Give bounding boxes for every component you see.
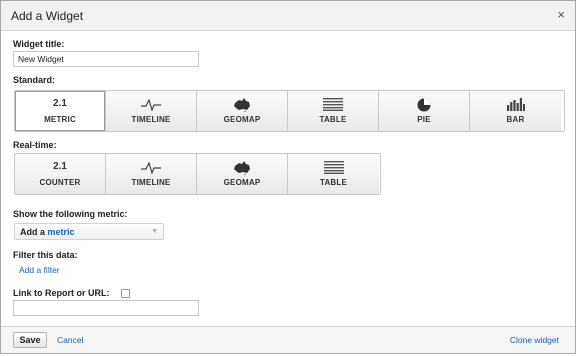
cancel-link[interactable]: Cancel xyxy=(57,335,83,345)
help-icon[interactable] xyxy=(121,289,130,298)
standard-pie-tile[interactable]: PIE xyxy=(379,91,470,131)
tile-label: TIMELINE xyxy=(131,115,171,124)
standard-geomap-tile[interactable]: GEOMAP xyxy=(197,91,288,131)
standard-bar-tile[interactable]: BAR xyxy=(470,91,561,131)
tile-label: TABLE xyxy=(319,178,348,187)
realtime-widget-types: 2.1 COUNTER TIMELINE GEOMAP TABLE xyxy=(14,153,381,195)
standard-timeline-tile[interactable]: TIMELINE xyxy=(106,91,197,131)
tile-label: COUNTER xyxy=(39,178,81,187)
metric-icon: 2.1 xyxy=(53,98,67,109)
select-metric-link: metric xyxy=(47,227,75,237)
widget-title-input[interactable] xyxy=(13,51,199,67)
tile-label: PIE xyxy=(417,115,431,124)
australia-map-icon xyxy=(197,97,287,112)
table-icon xyxy=(288,98,378,111)
chevron-down-icon: ▼ xyxy=(151,228,158,235)
timeline-icon xyxy=(106,98,196,111)
dialog-title: Add a Widget xyxy=(11,9,84,23)
timeline-icon xyxy=(106,161,196,174)
add-widget-dialog: Add a Widget × Widget title: Standard: 2… xyxy=(0,0,576,354)
clone-widget-link[interactable]: Clone widget xyxy=(510,335,559,345)
tile-label: METRIC xyxy=(44,115,76,124)
link-report-label: Link to Report or URL: xyxy=(13,288,110,298)
tile-label: GEOMAP xyxy=(223,115,261,124)
standard-table-tile[interactable]: TABLE xyxy=(288,91,379,131)
standard-widget-types: 2.1 METRIC TIMELINE GEOMAP TABLE PIE BAR xyxy=(14,90,565,132)
dialog-titlebar: Add a Widget × xyxy=(1,1,575,31)
realtime-counter-tile[interactable]: 2.1 COUNTER xyxy=(15,154,106,194)
widget-title-label: Widget title: xyxy=(13,39,65,49)
metric-select[interactable]: Add a metric ▼ xyxy=(14,223,164,240)
counter-icon: 2.1 xyxy=(53,161,67,172)
save-button[interactable]: Save xyxy=(13,332,47,348)
select-prefix: Add a xyxy=(20,227,46,237)
realtime-geomap-tile[interactable]: GEOMAP xyxy=(197,154,288,194)
tile-label: BAR xyxy=(506,115,525,124)
table-icon xyxy=(288,161,379,174)
filter-label: Filter this data: xyxy=(13,250,78,260)
tile-label: GEOMAP xyxy=(223,178,261,187)
bar-chart-icon xyxy=(470,98,561,111)
standard-metric-tile[interactable]: 2.1 METRIC xyxy=(15,91,106,131)
add-filter-link[interactable]: Add a filter xyxy=(19,265,60,275)
metric-label: Show the following metric: xyxy=(13,209,128,219)
pie-chart-icon xyxy=(379,98,469,111)
realtime-label: Real-time: xyxy=(13,140,57,150)
realtime-table-tile[interactable]: TABLE xyxy=(288,154,379,194)
standard-label: Standard: xyxy=(13,75,56,85)
tile-label: TABLE xyxy=(319,115,347,124)
realtime-timeline-tile[interactable]: TIMELINE xyxy=(106,154,197,194)
australia-map-icon xyxy=(197,160,287,175)
link-report-input[interactable] xyxy=(13,300,199,316)
tile-label: TIMELINE xyxy=(131,178,171,187)
dialog-footer: Save Cancel Clone widget xyxy=(1,326,575,353)
close-icon[interactable]: × xyxy=(557,7,565,22)
